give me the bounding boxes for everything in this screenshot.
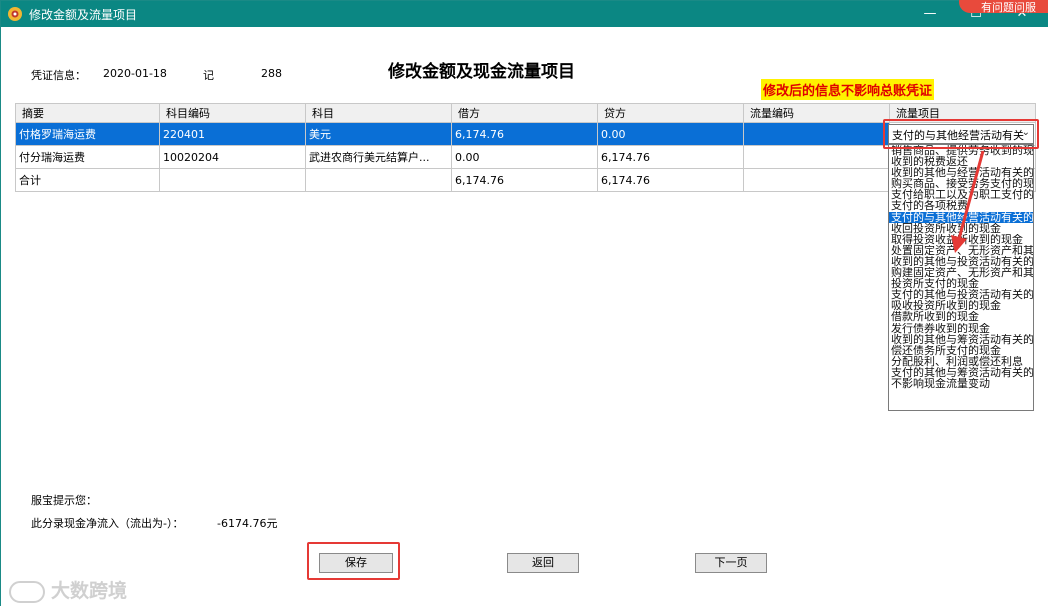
flow-option[interactable]: 偿还债务所支付的现金 [889, 345, 1033, 356]
watermark-text: 大数跨境 [51, 580, 128, 602]
window-title: 修改金额及流量项目 [29, 8, 138, 22]
col-header-summary: 摘要 [15, 103, 160, 123]
next-page-button[interactable]: 下一页 [695, 553, 767, 573]
flow-option[interactable]: 购建固定资产、无形资产和其他 [889, 267, 1033, 278]
flow-option[interactable]: 投资所支付的现金 [889, 278, 1033, 289]
cell-flow-code[interactable] [743, 145, 890, 169]
title-bar[interactable]: 修改金额及流量项目 — ☐ ✕ [1, 1, 1048, 27]
minimize-button[interactable]: — [907, 1, 953, 27]
cell-account-code [159, 168, 306, 192]
table-row[interactable]: 付分瑞海运费 10020204 武进农商行美元结算户... 0.00 6,174… [15, 145, 1036, 169]
col-header-account: 科目 [305, 103, 452, 123]
cell-account [305, 168, 452, 192]
watermark: 大数跨境 [9, 576, 127, 603]
cell-summary[interactable]: 付分瑞海运费 [15, 145, 160, 169]
flow-option[interactable]: 收到的其他与筹资活动有关的现金 [889, 334, 1033, 345]
annotation-arrow-icon [951, 150, 985, 253]
cell-flow-code[interactable] [743, 122, 890, 146]
col-header-debit: 借方 [451, 103, 598, 123]
flow-option[interactable]: 吸收投资所收到的现金 [889, 300, 1033, 311]
cell-credit[interactable]: 6,174.76 [597, 145, 744, 169]
flow-option[interactable]: 发行债券收到的现金 [889, 323, 1033, 334]
flow-option[interactable]: 分配股利、利润或偿还利息 [889, 356, 1033, 367]
cell-account[interactable]: 美元 [305, 122, 452, 146]
net-flow-label: 此分录现金净流入（流出为-）： [31, 517, 184, 530]
save-button[interactable]: 保存 [319, 553, 393, 573]
cell-credit[interactable]: 0.00 [597, 122, 744, 146]
cell-summary[interactable]: 付格罗瑞海运费 [15, 122, 160, 146]
col-header-account-code: 科目编码 [159, 103, 306, 123]
watermark-logo-icon [9, 580, 45, 603]
annotation-note: 修改后的信息不影响总账凭证 [761, 79, 935, 100]
cell-summary: 合计 [15, 168, 160, 192]
page-title: 修改金额及现金流量项目 [388, 62, 575, 82]
tips-heading: 服宝提示您： [31, 494, 97, 507]
help-badge[interactable]: 有问题问服 [959, 0, 1048, 14]
flow-option[interactable]: 支付的其他与投资活动有关的现金 [889, 289, 1033, 300]
cell-debit[interactable]: 6,174.76 [451, 122, 598, 146]
col-header-flow-code: 流量编码 [743, 103, 890, 123]
cell-debit[interactable]: 0.00 [451, 145, 598, 169]
cell-flow-code [743, 168, 890, 192]
dialog-content: 凭证信息： 2020-01-18 记 288 修改金额及现金流量项目 修改后的信… [1, 27, 1048, 607]
dialog-window: 修改金额及流量项目 — ☐ ✕ 有问题问服 凭证信息： 2020-01-18 记… [0, 0, 1048, 607]
flow-option[interactable]: 支付的其他与筹资活动有关的现金 [889, 367, 1033, 378]
flow-option[interactable]: 收到的其他与投资活动有关的现金 [889, 256, 1033, 267]
cell-account-code[interactable]: 220401 [159, 122, 306, 146]
annotation-highlight-select [883, 119, 1039, 149]
voucher-info-label: 凭证信息： [31, 69, 86, 82]
cell-account-code[interactable]: 10020204 [159, 145, 306, 169]
net-flow-value: -6174.76元 [217, 517, 278, 530]
cell-credit: 6,174.76 [597, 168, 744, 192]
voucher-date: 2020-01-18 [103, 67, 167, 80]
table-row-total: 合计 6,174.76 6,174.76 [15, 168, 1036, 192]
cell-debit: 6,174.76 [451, 168, 598, 192]
voucher-number: 288 [261, 67, 282, 80]
flow-option[interactable]: 不影响现金流量变动 [889, 378, 1033, 389]
cell-account[interactable]: 武进农商行美元结算户... [305, 145, 452, 169]
col-header-credit: 贷方 [597, 103, 744, 123]
back-button[interactable]: 返回 [507, 553, 579, 573]
voucher-word: 记 [203, 69, 214, 82]
flow-option[interactable]: 借款所收到的现金 [889, 311, 1033, 322]
app-logo-icon [8, 7, 22, 21]
